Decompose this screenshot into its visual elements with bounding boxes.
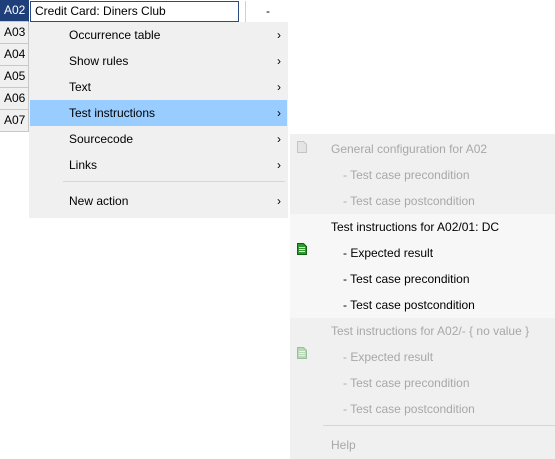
row-header-a05[interactable]: A05: [0, 66, 29, 88]
submenu-general-precondition: - Test case precondition: [290, 162, 555, 188]
submenu-none-precondition: - Test case precondition: [290, 370, 555, 396]
submenu-instructions-dc[interactable]: Test instructions for A02/01: DC: [290, 214, 555, 240]
submenu-item-label: - Test case precondition: [343, 168, 470, 182]
menu-item-label: Show rules: [69, 54, 129, 68]
submenu-item-label: - Test case postcondition: [343, 194, 475, 208]
menu-item-links[interactable]: Links ›: [30, 152, 287, 178]
screen: A02 A03 A04 A05 A06 A07 Credit Card: Din…: [0, 0, 555, 459]
submenu-none-postcondition: - Test case postcondition: [290, 396, 555, 422]
submenu-item-label: - Test case postcondition: [343, 298, 475, 312]
chevron-right-icon: ›: [277, 158, 281, 172]
row-header-a03[interactable]: A03: [0, 22, 29, 44]
menu-item-occurrence-table[interactable]: Occurrence table ›: [30, 22, 287, 48]
submenu-help: Help: [290, 432, 555, 458]
submenu-item-label: - Test case postcondition: [343, 402, 475, 416]
context-menu: Occurrence table › Show rules › Text › T…: [29, 22, 288, 218]
submenu-header: Test instructions for A02/01: DC: [331, 220, 500, 234]
menu-item-test-instructions[interactable]: Test instructions ›: [30, 100, 287, 126]
menu-item-label: Occurrence table: [69, 28, 161, 42]
menu-item-new-action[interactable]: New action ›: [30, 188, 287, 214]
chevron-right-icon: ›: [277, 28, 281, 42]
chevron-right-icon: ›: [277, 194, 281, 208]
submenu-none-expected-result: - Expected result: [290, 344, 555, 370]
submenu-dc-postcondition[interactable]: - Test case postcondition: [290, 292, 555, 318]
submenu-header: General configuration for A02: [331, 142, 488, 156]
menu-item-label: Sourcecode: [69, 132, 134, 146]
menu-item-label: Test instructions: [69, 106, 156, 120]
submenu-separator: [323, 425, 555, 426]
submenu-item-label: - Expected result: [343, 246, 434, 260]
chevron-right-icon: ›: [277, 106, 281, 120]
cell-credit-card[interactable]: Credit Card: Diners Club: [30, 1, 239, 22]
row-header-a07[interactable]: A07: [0, 110, 29, 132]
submenu-dc-precondition[interactable]: - Test case precondition: [290, 266, 555, 292]
submenu-help-label: Help: [331, 438, 356, 452]
row-header-a06[interactable]: A06: [0, 88, 29, 110]
submenu-general-config: General configuration for A02: [290, 136, 555, 162]
menu-item-sourcecode[interactable]: Sourcecode ›: [30, 126, 287, 152]
menu-item-text[interactable]: Text ›: [30, 74, 287, 100]
test-instructions-submenu: General configuration for A02 - Test cas…: [290, 134, 555, 459]
row-header-a04[interactable]: A04: [0, 44, 29, 66]
submenu-instructions-no-value: Test instructions for A02/- { no value }: [290, 318, 555, 344]
chevron-right-icon: ›: [277, 54, 281, 68]
menu-item-label: New action: [69, 194, 129, 208]
chevron-right-icon: ›: [277, 80, 281, 94]
cell-dash[interactable]: -: [245, 1, 290, 22]
menu-item-label: Text: [69, 80, 92, 94]
chevron-right-icon: ›: [277, 132, 281, 146]
row-header-a02[interactable]: A02: [0, 0, 29, 22]
submenu-item-label: - Test case precondition: [343, 376, 470, 390]
submenu-general-postcondition: - Test case postcondition: [290, 188, 555, 214]
submenu-dc-expected-result[interactable]: - Expected result: [290, 240, 555, 266]
menu-item-label: Links: [69, 158, 98, 172]
submenu-header: Test instructions for A02/- { no value }: [331, 324, 530, 338]
submenu-item-label: - Test case precondition: [343, 272, 470, 286]
submenu-item-label: - Expected result: [343, 350, 434, 364]
menu-separator: [63, 181, 285, 182]
menu-item-show-rules[interactable]: Show rules ›: [30, 48, 287, 74]
